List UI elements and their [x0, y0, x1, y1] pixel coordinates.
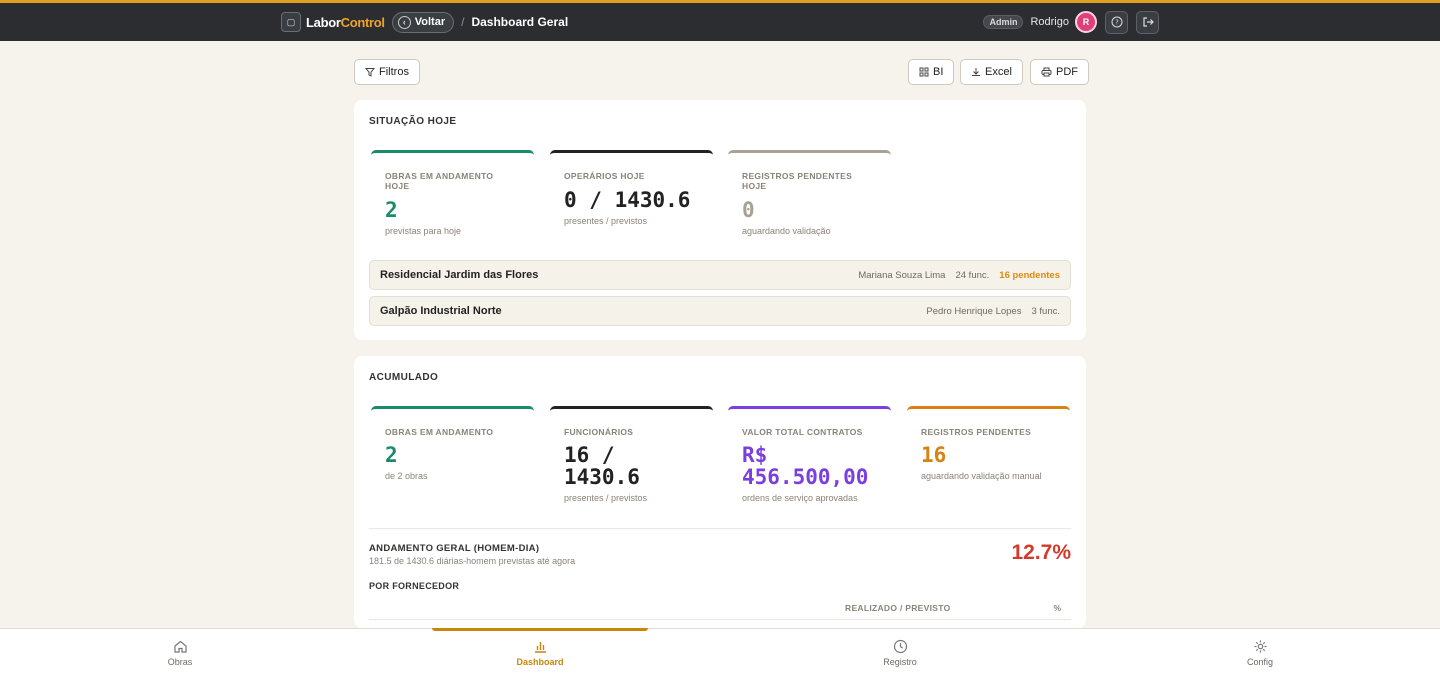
- grid-icon: [919, 67, 929, 77]
- filter-icon: [365, 68, 375, 77]
- kpi-card-pending-today: REGISTROS PENDENTES HOJE 0 aguardando va…: [728, 150, 891, 246]
- divider: [369, 528, 1071, 529]
- gear-icon: [1210, 639, 1310, 655]
- nav-item-config[interactable]: Config: [1210, 639, 1310, 667]
- site-manager: Pedro Henrique Lopes: [926, 305, 1022, 317]
- kpi-sub: previstas para hoje: [385, 226, 462, 236]
- site-name: Residencial Jardim das Flores: [380, 269, 539, 281]
- filters-label: Filtros: [379, 66, 409, 78]
- kpi-value: 0 / 1430.6: [564, 188, 691, 212]
- kpi-sub: presentes / previstos: [564, 493, 648, 503]
- accumulated-panel: ACUMULADO OBRAS EM ANDAMENTO 2 de 2 obra…: [354, 356, 1086, 628]
- nav-label: Config: [1246, 657, 1273, 667]
- home-icon: [130, 639, 230, 655]
- kpi-sub: presentes / previstos: [564, 216, 648, 226]
- site-name: Galpão Industrial Norte: [380, 305, 502, 317]
- nav-item-registro[interactable]: Registro: [850, 639, 950, 667]
- kpi-value: 2: [385, 198, 398, 222]
- pdf-button[interactable]: PDF: [1030, 59, 1089, 85]
- progress-title: ANDAMENTO GERAL (HOMEM-DIA): [369, 543, 540, 554]
- svg-text:?: ?: [1115, 19, 1119, 27]
- kpi-card-pending: REGISTROS PENDENTES 16 aguardando valida…: [907, 406, 1070, 502]
- kpi-label: OBRAS EM ANDAMENTO HOJE: [385, 171, 494, 191]
- kpi-value: R$ 456.500,00: [742, 443, 869, 489]
- site-row[interactable]: Residencial Jardim das Flores Mariana So…: [369, 260, 1071, 290]
- kpi-label: OBRAS EM ANDAMENTO: [385, 427, 494, 437]
- printer-icon: [1041, 67, 1052, 77]
- app-logo-icon[interactable]: ▢: [281, 12, 301, 32]
- page-title: Dashboard Geral: [471, 15, 569, 29]
- nav-label: Dashboard: [516, 657, 564, 667]
- chevron-left-icon: ‹: [397, 15, 411, 29]
- kpi-sub: aguardando validação: [742, 226, 831, 236]
- user-name: Rodrigo: [1030, 16, 1069, 28]
- kpi-card-sites: OBRAS EM ANDAMENTO 2 de 2 obras: [371, 406, 534, 502]
- back-button[interactable]: ‹ Voltar: [391, 11, 455, 33]
- download-icon: [972, 68, 980, 76]
- bi-label: BI: [933, 66, 944, 78]
- progress-percent: 12.7%: [1011, 541, 1071, 564]
- nav-label: Registro: [883, 657, 917, 667]
- kpi-sub: aguardando validação manual: [921, 471, 1042, 481]
- avatar[interactable]: R: [1075, 11, 1097, 33]
- today-section-title: SITUAÇÃO HOJE: [369, 116, 457, 127]
- kpi-label: VALOR TOTAL CONTRATOS: [742, 427, 863, 437]
- nav-label: Obras: [167, 657, 193, 667]
- kpi-value: 2: [385, 443, 398, 467]
- kpi-card-workers: FUNCIONÁRIOS 16 / 1430.6 presentes / pre…: [550, 406, 713, 503]
- kpi-sub: de 2 obras: [385, 471, 428, 481]
- site-workers: 3 func.: [1031, 305, 1060, 317]
- kpi-card-contracts-value: VALOR TOTAL CONTRATOS R$ 456.500,00 orde…: [728, 406, 891, 503]
- kpi-label: FUNCIONÁRIOS: [564, 427, 634, 437]
- site-manager: Mariana Souza Lima: [858, 269, 946, 281]
- brand-logo[interactable]: LaborControl: [306, 15, 385, 30]
- suppliers-title: POR FORNECEDOR: [369, 581, 460, 591]
- excel-label: Excel: [985, 66, 1012, 78]
- filters-button[interactable]: Filtros: [354, 59, 420, 85]
- active-tab-indicator: [432, 628, 648, 631]
- bi-button[interactable]: BI: [908, 59, 955, 85]
- accumulated-section-title: ACUMULADO: [369, 372, 439, 383]
- breadcrumb-separator: /: [461, 15, 465, 29]
- clock-icon: [850, 639, 950, 655]
- brand-part-2: Control: [340, 14, 385, 30]
- kpi-value: 16 / 1430.6: [564, 443, 640, 489]
- help-icon: ?: [1111, 16, 1122, 28]
- excel-button[interactable]: Excel: [960, 59, 1023, 85]
- table-header-divider: [369, 619, 1071, 620]
- progress-subtitle: 181.5 de 1430.6 diárias-homem previstas …: [369, 556, 576, 566]
- site-pending-badge: 16 pendentes: [999, 269, 1060, 281]
- toolbar: Filtros BI Excel PDF: [354, 59, 1089, 85]
- col-header-percent: %: [1053, 603, 1061, 613]
- back-label: Voltar: [414, 16, 446, 28]
- kpi-value: 16: [921, 443, 947, 467]
- top-bar: ▢ LaborControl ‹ Voltar / Dashboard Gera…: [0, 0, 1440, 41]
- nav-item-dashboard[interactable]: Dashboard: [490, 639, 590, 667]
- kpi-label: OPERÁRIOS HOJE: [564, 171, 645, 181]
- kpi-card-workers-today: OPERÁRIOS HOJE 0 / 1430.6 presentes / pr…: [550, 150, 713, 246]
- bar-chart-icon: [490, 639, 590, 655]
- col-header-realized: REALIZADO / PREVISTO: [845, 603, 951, 613]
- role-badge: Admin: [983, 15, 1024, 29]
- kpi-sub: ordens de serviço aprovadas: [742, 493, 858, 503]
- kpi-label: REGISTROS PENDENTES: [921, 427, 1032, 437]
- today-panel: SITUAÇÃO HOJE OBRAS EM ANDAMENTO HOJE 2 …: [354, 100, 1086, 340]
- site-row[interactable]: Galpão Industrial Norte Pedro Henrique L…: [369, 296, 1071, 326]
- help-button[interactable]: ?: [1105, 10, 1128, 34]
- logout-button[interactable]: [1136, 10, 1159, 34]
- brand-part-1: Labor: [306, 14, 341, 30]
- logout-icon: [1142, 17, 1154, 27]
- site-workers: 24 func.: [955, 269, 990, 281]
- kpi-card-sites-today: OBRAS EM ANDAMENTO HOJE 2 previstas para…: [371, 150, 534, 246]
- kpi-label: REGISTROS PENDENTES HOJE: [742, 171, 853, 191]
- nav-item-obras[interactable]: Obras: [130, 639, 230, 667]
- kpi-value: 0: [742, 198, 755, 222]
- bottom-nav: Obras Dashboard Registro Config: [0, 628, 1440, 675]
- pdf-label: PDF: [1056, 66, 1078, 78]
